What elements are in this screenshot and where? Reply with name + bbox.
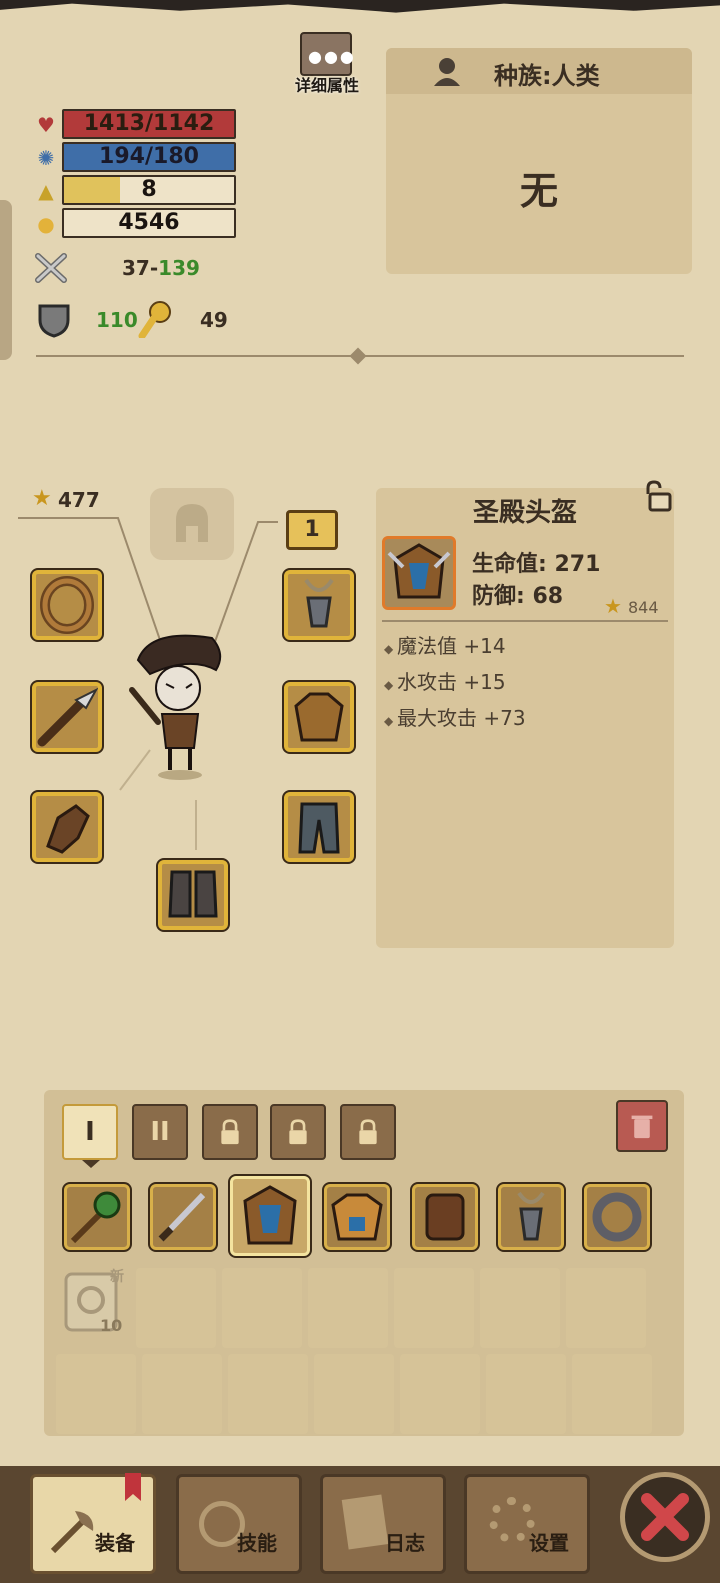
helmet-slot[interactable] [150, 488, 234, 560]
boots-slot[interactable] [158, 860, 228, 930]
pants-slot[interactable] [284, 792, 354, 862]
loadout-badge[interactable]: 1 [286, 510, 338, 550]
empty-slot[interactable] [480, 1268, 560, 1348]
empty-slot[interactable] [566, 1268, 646, 1348]
trash-button[interactable] [616, 1100, 668, 1152]
new-badge: 新 [110, 1269, 124, 1285]
amulet-slot[interactable] [284, 570, 354, 640]
empty-slot[interactable] [228, 1354, 308, 1434]
close-icon [641, 1493, 689, 1541]
inventory-item-helmet-selected[interactable] [230, 1176, 310, 1256]
affix-item: ◆ 最大攻击 +73 [384, 702, 526, 738]
boots-icon [168, 870, 218, 918]
inventory-tab-2[interactable]: II [132, 1104, 188, 1160]
inventory-tab-locked-4[interactable] [270, 1104, 326, 1160]
pants-icon [298, 802, 340, 854]
empty-slot[interactable] [572, 1354, 652, 1434]
sword-icon [158, 1192, 206, 1242]
bookmark-icon [125, 1473, 141, 1501]
diamond-bullet-icon: ◆ [384, 642, 398, 656]
inventory-tab-locked-3[interactable] [202, 1104, 258, 1160]
nav-skills-label: 技能 [237, 1531, 277, 1555]
affix-text: 最大攻击 +73 [397, 706, 526, 730]
item-detail-icon [382, 536, 456, 610]
character-avatar [120, 630, 240, 780]
inventory-item-new-scroll[interactable]: 新 10 [58, 1266, 132, 1340]
race-panel: 种族:人类 无 [386, 48, 692, 274]
axe-icon [45, 1505, 99, 1559]
affix-item: ◆ 水攻击 +15 [384, 666, 526, 702]
glove-icon [46, 804, 90, 854]
inventory-grid [56, 1264, 676, 1434]
nature-staff-icon [70, 1191, 121, 1244]
trash-icon [631, 1115, 653, 1139]
race-label: 种族:人类 [494, 62, 600, 90]
affix-list: ◆ 魔法值 +14 ◆ 水攻击 +15 ◆ 最大攻击 +73 [384, 630, 526, 738]
helmet-icon [387, 543, 451, 599]
item-name: 圣殿头盔 [472, 498, 577, 528]
diamond-bullet-icon: ◆ [384, 678, 398, 692]
nav-equipment-button[interactable]: 装备 [30, 1473, 156, 1574]
nav-log-label: 日志 [385, 1531, 425, 1555]
nav-log-button[interactable]: 日志 [320, 1474, 446, 1574]
lock-icon [359, 1119, 377, 1145]
empty-slot[interactable] [56, 1354, 136, 1434]
spear-icon [37, 687, 99, 747]
inventory-item-sword[interactable] [150, 1184, 216, 1250]
race-value: 无 [519, 169, 558, 213]
amulet-icon [304, 578, 334, 628]
inventory-item-staff[interactable] [64, 1184, 130, 1250]
weapon-slot[interactable] [32, 682, 102, 752]
inventory-item-amulet[interactable] [498, 1184, 564, 1250]
nav-skills-button[interactable]: 技能 [176, 1474, 302, 1574]
inventory-item-ring[interactable] [584, 1184, 650, 1250]
item-score: 844 [628, 598, 659, 617]
empty-slot[interactable] [308, 1268, 388, 1348]
item-detail-panel: 圣殿头盔 生命值: 271 防御: 68 ★ 844 ◆ 魔法值 +14 ◆ 水… [376, 480, 674, 948]
inventory-tab-1[interactable]: I [62, 1104, 118, 1160]
nav-settings-button[interactable]: 设置 [464, 1474, 590, 1574]
item-star-icon: ★ [604, 594, 622, 618]
armor-icon [294, 692, 344, 742]
inventory-item-chestplate[interactable] [324, 1184, 390, 1250]
item-divider [382, 620, 668, 622]
lock-icon [221, 1119, 239, 1145]
nav-settings-label: 设置 [529, 1531, 569, 1555]
empty-slot[interactable] [400, 1354, 480, 1434]
diamond-bullet-icon: ◆ [384, 714, 398, 728]
affix-item: ◆ 魔法值 +14 [384, 630, 526, 666]
ring-icon [592, 1192, 642, 1242]
bracer-icon [425, 1193, 465, 1241]
ring-icon [40, 576, 94, 634]
active-tab-arrow-icon [82, 1160, 100, 1168]
helmet-icon [243, 1185, 297, 1245]
inventory-tab-locked-5[interactable] [340, 1104, 396, 1160]
affix-text: 水攻击 +15 [397, 670, 506, 694]
chestplate-icon [331, 1193, 383, 1241]
empty-slot[interactable] [142, 1354, 222, 1434]
empty-slot[interactable] [394, 1268, 474, 1348]
unlock-icon[interactable] [642, 480, 672, 512]
gloves-slot[interactable] [32, 792, 102, 862]
armor-slot[interactable] [284, 682, 354, 752]
affix-text: 魔法值 +14 [397, 634, 506, 658]
helmet-placeholder-icon [172, 502, 212, 546]
lock-icon [289, 1119, 307, 1145]
ring-slot[interactable] [32, 570, 102, 640]
nav-equipment-label: 装备 [95, 1531, 135, 1555]
empty-slot[interactable] [314, 1354, 394, 1434]
empty-slot[interactable] [136, 1268, 216, 1348]
empty-slot[interactable] [486, 1354, 566, 1434]
item-defense: 防御: 68 [472, 584, 564, 609]
close-button[interactable] [620, 1472, 710, 1562]
person-icon [432, 56, 462, 86]
amulet-icon [517, 1191, 545, 1241]
empty-slot[interactable] [222, 1268, 302, 1348]
book-icon [341, 1494, 389, 1550]
inventory-item-bracer[interactable] [412, 1184, 478, 1250]
item-hp: 生命值: 271 [472, 552, 601, 577]
new-count: 10 [100, 1316, 123, 1335]
